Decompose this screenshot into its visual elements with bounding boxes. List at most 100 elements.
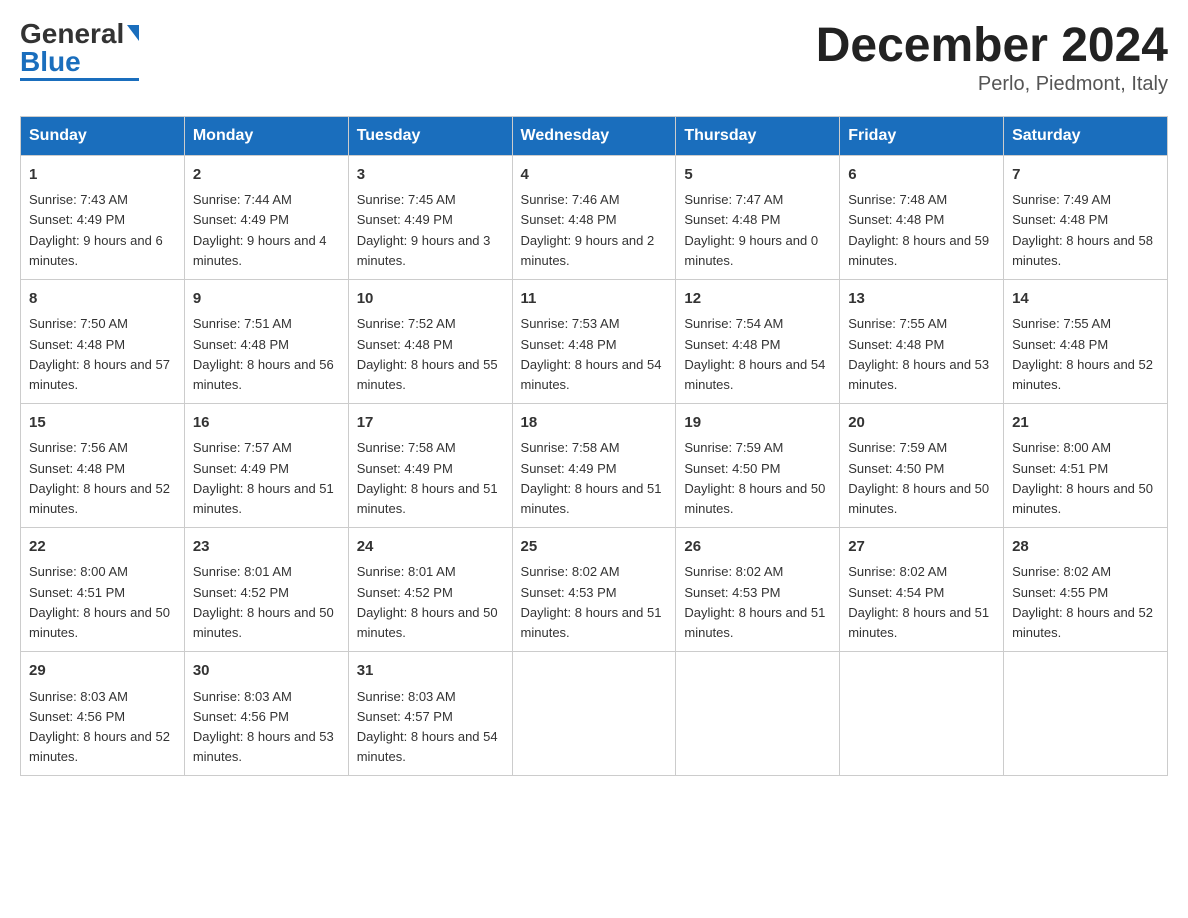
calendar-cell: 21Sunrise: 8:00 AMSunset: 4:51 PMDayligh…	[1004, 403, 1168, 527]
weekday-header-thursday: Thursday	[676, 116, 840, 155]
day-info: Sunrise: 8:03 AMSunset: 4:56 PMDaylight:…	[29, 687, 176, 768]
calendar-cell	[840, 652, 1004, 776]
weekday-header-friday: Friday	[840, 116, 1004, 155]
weekday-header-saturday: Saturday	[1004, 116, 1168, 155]
day-number: 26	[684, 536, 831, 559]
day-info: Sunrise: 8:01 AMSunset: 4:52 PMDaylight:…	[193, 562, 340, 643]
day-info: Sunrise: 7:44 AMSunset: 4:49 PMDaylight:…	[193, 190, 340, 271]
day-number: 18	[521, 412, 668, 435]
day-info: Sunrise: 8:01 AMSunset: 4:52 PMDaylight:…	[357, 562, 504, 643]
week-row-4: 22Sunrise: 8:00 AMSunset: 4:51 PMDayligh…	[21, 527, 1168, 651]
day-number: 14	[1012, 288, 1159, 311]
day-number: 11	[521, 288, 668, 311]
day-info: Sunrise: 7:59 AMSunset: 4:50 PMDaylight:…	[848, 438, 995, 519]
weekday-header-wednesday: Wednesday	[512, 116, 676, 155]
day-info: Sunrise: 8:02 AMSunset: 4:54 PMDaylight:…	[848, 562, 995, 643]
day-info: Sunrise: 8:00 AMSunset: 4:51 PMDaylight:…	[1012, 438, 1159, 519]
calendar-cell: 18 Sunrise: 7:58 AMSunset: 4:49 PMDayligh…	[512, 403, 676, 527]
day-number: 17	[357, 412, 504, 435]
day-number: 4	[521, 164, 668, 187]
week-row-2: 8 Sunrise: 7:50 AMSunset: 4:48 PMDaylight…	[21, 279, 1168, 403]
calendar-cell: 12 Sunrise: 7:54 AMSunset: 4:48 PMDayligh…	[676, 279, 840, 403]
calendar-cell: 3Sunrise: 7:45 AMSunset: 4:49 PMDaylight…	[348, 155, 512, 279]
day-info: Sunrise: 7:51 AMSunset: 4:48 PMDaylight:…	[193, 314, 340, 395]
day-info: Sunrise: 7:49 AMSunset: 4:48 PMDaylight:…	[1012, 190, 1159, 271]
logo-general-text: General	[20, 20, 124, 48]
week-row-3: 15Sunrise: 7:56 AMSunset: 4:48 PMDayligh…	[21, 403, 1168, 527]
day-number: 6	[848, 164, 995, 187]
calendar-cell: 29 Sunrise: 8:03 AMSunset: 4:56 PMDayligh…	[21, 652, 185, 776]
day-info: Sunrise: 7:46 AMSunset: 4:48 PMDaylight:…	[521, 190, 668, 271]
day-info: Sunrise: 8:02 AMSunset: 4:53 PMDaylight:…	[684, 562, 831, 643]
calendar-cell: 2 Sunrise: 7:44 AMSunset: 4:49 PMDaylight…	[184, 155, 348, 279]
calendar-cell: 24Sunrise: 8:01 AMSunset: 4:52 PMDayligh…	[348, 527, 512, 651]
calendar-cell	[676, 652, 840, 776]
week-row-1: 1 Sunrise: 7:43 AMSunset: 4:49 PMDaylight…	[21, 155, 1168, 279]
calendar-cell: 16Sunrise: 7:57 AMSunset: 4:49 PMDayligh…	[184, 403, 348, 527]
day-number: 3	[357, 164, 504, 187]
day-number: 2	[193, 164, 340, 187]
logo-blue-text: Blue	[20, 48, 81, 76]
calendar-cell: 25 Sunrise: 8:02 AMSunset: 4:53 PMDayligh…	[512, 527, 676, 651]
day-number: 28	[1012, 536, 1159, 559]
calendar-cell: 31 Sunrise: 8:03 AMSunset: 4:57 PMDayligh…	[348, 652, 512, 776]
day-info: Sunrise: 7:57 AMSunset: 4:49 PMDaylight:…	[193, 438, 340, 519]
calendar-cell: 1 Sunrise: 7:43 AMSunset: 4:49 PMDaylight…	[21, 155, 185, 279]
calendar-cell: 30 Sunrise: 8:03 AMSunset: 4:56 PMDayligh…	[184, 652, 348, 776]
calendar-cell: 6 Sunrise: 7:48 AMSunset: 4:48 PMDaylight…	[840, 155, 1004, 279]
day-number: 29	[29, 660, 176, 683]
day-info: Sunrise: 8:02 AMSunset: 4:55 PMDaylight:…	[1012, 562, 1159, 643]
day-number: 30	[193, 660, 340, 683]
day-number: 12	[684, 288, 831, 311]
day-info: Sunrise: 7:58 AMSunset: 4:49 PMDaylight:…	[521, 438, 668, 519]
calendar-cell	[512, 652, 676, 776]
calendar-cell: 22Sunrise: 8:00 AMSunset: 4:51 PMDayligh…	[21, 527, 185, 651]
calendar-cell: 11Sunrise: 7:53 AMSunset: 4:48 PMDayligh…	[512, 279, 676, 403]
day-info: Sunrise: 7:52 AMSunset: 4:48 PMDaylight:…	[357, 314, 504, 395]
day-info: Sunrise: 8:03 AMSunset: 4:57 PMDaylight:…	[357, 687, 504, 768]
day-number: 23	[193, 536, 340, 559]
calendar-cell: 15Sunrise: 7:56 AMSunset: 4:48 PMDayligh…	[21, 403, 185, 527]
day-info: Sunrise: 7:48 AMSunset: 4:48 PMDaylight:…	[848, 190, 995, 271]
day-info: Sunrise: 7:59 AMSunset: 4:50 PMDaylight:…	[684, 438, 831, 519]
weekday-header-monday: Monday	[184, 116, 348, 155]
day-info: Sunrise: 8:02 AMSunset: 4:53 PMDaylight:…	[521, 562, 668, 643]
calendar-cell	[1004, 652, 1168, 776]
calendar-cell: 20Sunrise: 7:59 AMSunset: 4:50 PMDayligh…	[840, 403, 1004, 527]
day-info: Sunrise: 7:43 AMSunset: 4:49 PMDaylight:…	[29, 190, 176, 271]
day-number: 25	[521, 536, 668, 559]
calendar-cell: 28 Sunrise: 8:02 AMSunset: 4:55 PMDayligh…	[1004, 527, 1168, 651]
day-number: 7	[1012, 164, 1159, 187]
calendar-cell: 4 Sunrise: 7:46 AMSunset: 4:48 PMDaylight…	[512, 155, 676, 279]
day-number: 9	[193, 288, 340, 311]
day-info: Sunrise: 7:55 AMSunset: 4:48 PMDaylight:…	[1012, 314, 1159, 395]
title-block: December 2024 Perlo, Piedmont, Italy	[816, 20, 1168, 96]
day-info: Sunrise: 7:50 AMSunset: 4:48 PMDaylight:…	[29, 314, 176, 395]
day-number: 5	[684, 164, 831, 187]
calendar-cell: 23 Sunrise: 8:01 AMSunset: 4:52 PMDayligh…	[184, 527, 348, 651]
calendar-cell: 14 Sunrise: 7:55 AMSunset: 4:48 PMDayligh…	[1004, 279, 1168, 403]
day-number: 1	[29, 164, 176, 187]
calendar-cell: 10Sunrise: 7:52 AMSunset: 4:48 PMDayligh…	[348, 279, 512, 403]
day-number: 22	[29, 536, 176, 559]
calendar-table: SundayMondayTuesdayWednesdayThursdayFrid…	[20, 116, 1168, 776]
day-info: Sunrise: 7:55 AMSunset: 4:48 PMDaylight:…	[848, 314, 995, 395]
location-subtitle: Perlo, Piedmont, Italy	[816, 73, 1168, 96]
calendar-cell: 9 Sunrise: 7:51 AMSunset: 4:48 PMDaylight…	[184, 279, 348, 403]
calendar-cell: 7 Sunrise: 7:49 AMSunset: 4:48 PMDaylight…	[1004, 155, 1168, 279]
calendar-cell: 8 Sunrise: 7:50 AMSunset: 4:48 PMDaylight…	[21, 279, 185, 403]
calendar-cell: 26 Sunrise: 8:02 AMSunset: 4:53 PMDayligh…	[676, 527, 840, 651]
day-number: 19	[684, 412, 831, 435]
calendar-cell: 27 Sunrise: 8:02 AMSunset: 4:54 PMDayligh…	[840, 527, 1004, 651]
day-info: Sunrise: 7:54 AMSunset: 4:48 PMDaylight:…	[684, 314, 831, 395]
calendar-cell: 19 Sunrise: 7:59 AMSunset: 4:50 PMDayligh…	[676, 403, 840, 527]
weekday-header-tuesday: Tuesday	[348, 116, 512, 155]
day-number: 31	[357, 660, 504, 683]
day-number: 13	[848, 288, 995, 311]
weekday-header-sunday: Sunday	[21, 116, 185, 155]
weekday-header-row: SundayMondayTuesdayWednesdayThursdayFrid…	[21, 116, 1168, 155]
day-number: 8	[29, 288, 176, 311]
day-info: Sunrise: 8:03 AMSunset: 4:56 PMDaylight:…	[193, 687, 340, 768]
day-number: 27	[848, 536, 995, 559]
day-number: 15	[29, 412, 176, 435]
